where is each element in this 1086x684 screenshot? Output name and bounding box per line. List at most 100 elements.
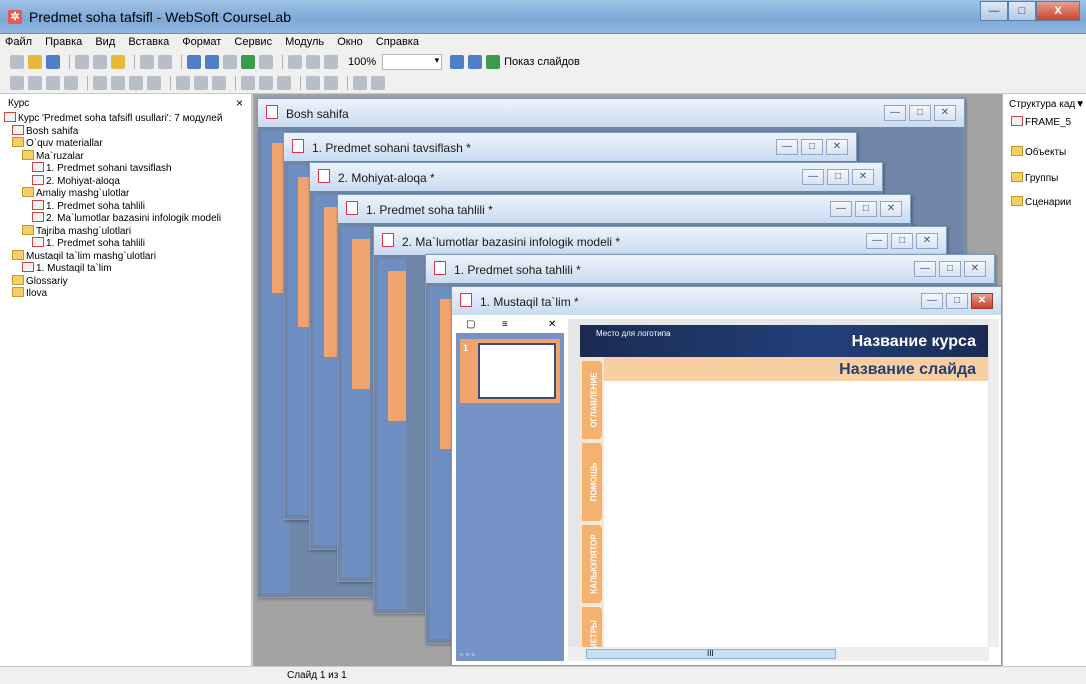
line-color-icon[interactable] <box>371 75 385 90</box>
same-size-icon[interactable] <box>277 75 291 90</box>
slide-thumbnail[interactable] <box>352 239 370 389</box>
same-height-icon[interactable] <box>259 75 273 90</box>
tree-item[interactable]: Mustaqil ta`lim mashg`ulotlari <box>0 249 251 263</box>
insert-frame-icon[interactable] <box>205 55 219 69</box>
send-back-icon[interactable] <box>194 75 208 90</box>
pointer-icon[interactable] <box>259 55 273 69</box>
close-button[interactable]: ✕ <box>934 105 956 121</box>
show-slides-icon[interactable] <box>486 55 501 69</box>
frame-item[interactable]: FRAME_5 <box>1003 116 1071 128</box>
doc-window-titlebar[interactable]: 2. Mohiyat-aloqa * — □ ✕ <box>310 163 882 191</box>
outline-view-icon[interactable]: ≡ <box>502 319 508 330</box>
doc-window-titlebar[interactable]: 1. Predmet soha tahlili * — □ ✕ <box>426 255 994 283</box>
menu-help[interactable]: Справка <box>371 34 424 50</box>
close-button[interactable]: ✕ <box>852 169 874 185</box>
slide-thumbnail[interactable] <box>388 271 406 421</box>
slide-title[interactable]: Название слайда <box>839 361 976 379</box>
frame-structure-header[interactable]: Структура кад▼ <box>1003 94 1086 112</box>
doc-window-titlebar[interactable]: 1. Mustaqil ta`lim * — □ ✕ <box>452 287 1001 315</box>
tree-item[interactable]: Ilova <box>0 287 251 300</box>
tree-item[interactable]: 1. Predmet soha tahlili <box>0 237 251 250</box>
doc-window-titlebar[interactable]: 1. Predmet soha tahlili * — □ ✕ <box>338 195 910 223</box>
maximize-button[interactable]: □ <box>909 105 931 121</box>
close-button[interactable]: ✕ <box>916 233 938 249</box>
tree-item[interactable]: 2. Mohiyat-aloqa <box>0 174 251 188</box>
insert-media-icon[interactable] <box>241 55 255 69</box>
maximize-button[interactable]: □ <box>855 201 877 217</box>
maximize-button[interactable]: □ <box>946 293 968 309</box>
maximize-button[interactable]: □ <box>801 139 823 155</box>
tree-item[interactable]: O`quv materiallar <box>0 137 251 150</box>
show-slides-button[interactable]: Показ слайдов <box>504 56 580 68</box>
maximize-button[interactable]: □ <box>939 261 961 277</box>
pane-close-icon[interactable]: ✕ <box>548 319 556 330</box>
menu-module[interactable]: Модуль <box>280 34 329 50</box>
scenarios-item[interactable]: Сценарии <box>1003 196 1071 208</box>
horizontal-scrollbar[interactable]: III <box>568 647 989 661</box>
minimize-button[interactable]: — <box>914 261 936 277</box>
close-button[interactable]: ✕ <box>971 293 993 309</box>
tab-parameters[interactable]: ПАРАМЕТРЫ <box>582 607 602 647</box>
align-bottom-icon[interactable] <box>129 75 143 90</box>
tree-item[interactable]: Tajriba mashg`ulotlari <box>0 224 251 238</box>
tree-item[interactable]: Bosh sahifa <box>0 124 251 138</box>
minimize-button[interactable]: — <box>866 233 888 249</box>
align-justify-icon[interactable] <box>64 75 78 90</box>
scroll-thumb[interactable]: III <box>586 649 836 659</box>
format-brush-icon[interactable] <box>288 55 302 69</box>
minimize-button[interactable]: — <box>776 139 798 155</box>
table-icon[interactable] <box>306 55 320 69</box>
zoom-dropdown[interactable]: ▾ <box>382 54 443 70</box>
menu-view[interactable]: Вид <box>90 34 120 50</box>
tree-item[interactable]: 2. Ma`lumotlar bazasini infologik modeli <box>0 212 251 225</box>
open-folder-icon[interactable] <box>28 55 42 69</box>
minimize-button[interactable]: — <box>980 1 1008 21</box>
minimize-button[interactable]: — <box>802 169 824 185</box>
save-icon[interactable] <box>46 55 60 69</box>
tree-item[interactable]: Amaliy mashg`ulotlar <box>0 187 251 200</box>
space-horizontal-icon[interactable] <box>306 75 320 90</box>
close-button[interactable]: ✕ <box>826 139 848 155</box>
space-vertical-icon[interactable] <box>324 75 338 90</box>
align-top-icon[interactable] <box>93 75 107 90</box>
logo-placeholder[interactable]: Место для логотипа <box>596 329 670 339</box>
menu-edit[interactable]: Правка <box>40 34 87 50</box>
zoom-tool-icon[interactable] <box>324 55 338 69</box>
tree-item-course[interactable]: Курс 'Predmet soha tafsifl usullari': 7 … <box>0 112 251 125</box>
tree-item[interactable]: 1. Mustaqil ta`lim <box>0 262 251 275</box>
undo-icon[interactable] <box>140 55 154 69</box>
align-center-icon[interactable] <box>28 75 42 90</box>
active-doc-window[interactable]: 1. Mustaqil ta`lim * —□✕ ▢ ≡ ✕ 1 ▫ ▫ ▫ <box>451 286 1002 666</box>
minimize-button[interactable]: — <box>884 105 906 121</box>
publish-icon[interactable] <box>468 55 483 69</box>
tree-item[interactable]: 1. Predmet soha tahlili <box>0 199 251 213</box>
menu-service[interactable]: Сервис <box>229 34 277 50</box>
group-icon[interactable] <box>212 75 226 90</box>
insert-image-icon[interactable] <box>223 55 237 69</box>
maximize-button[interactable]: □ <box>891 233 913 249</box>
tree-item[interactable]: Glossariy <box>0 274 251 288</box>
minimize-button[interactable]: — <box>921 293 943 309</box>
menu-format[interactable]: Формат <box>177 34 226 50</box>
align-left-icon[interactable] <box>10 75 24 90</box>
groups-item[interactable]: Группы <box>1003 172 1058 184</box>
maximize-button[interactable]: □ <box>827 169 849 185</box>
tree-item[interactable]: Ma`ruzalar <box>0 149 251 163</box>
tab-contents[interactable]: ОГЛАВЛЕНИЕ <box>582 361 602 439</box>
bring-front-icon[interactable] <box>176 75 190 90</box>
fill-color-icon[interactable] <box>353 75 367 90</box>
preview-icon[interactable] <box>450 55 465 69</box>
paste-icon[interactable] <box>111 55 125 69</box>
menu-window[interactable]: Окно <box>332 34 368 50</box>
objects-item[interactable]: Объекты <box>1003 146 1066 158</box>
close-button[interactable]: ✕ <box>964 261 986 277</box>
insert-slide-icon[interactable] <box>187 55 201 69</box>
menu-file[interactable]: Файл <box>0 34 37 50</box>
tab-help[interactable]: ПОМОЩЬ <box>582 443 602 521</box>
course-title[interactable]: Название курса <box>852 333 976 351</box>
panel-close-icon[interactable]: × <box>236 96 243 110</box>
menu-insert[interactable]: Вставка <box>123 34 174 50</box>
tab-calculator[interactable]: КАЛЬКУЛЯТОР <box>582 525 602 603</box>
close-button[interactable]: ✕ <box>880 201 902 217</box>
same-width-icon[interactable] <box>241 75 255 90</box>
